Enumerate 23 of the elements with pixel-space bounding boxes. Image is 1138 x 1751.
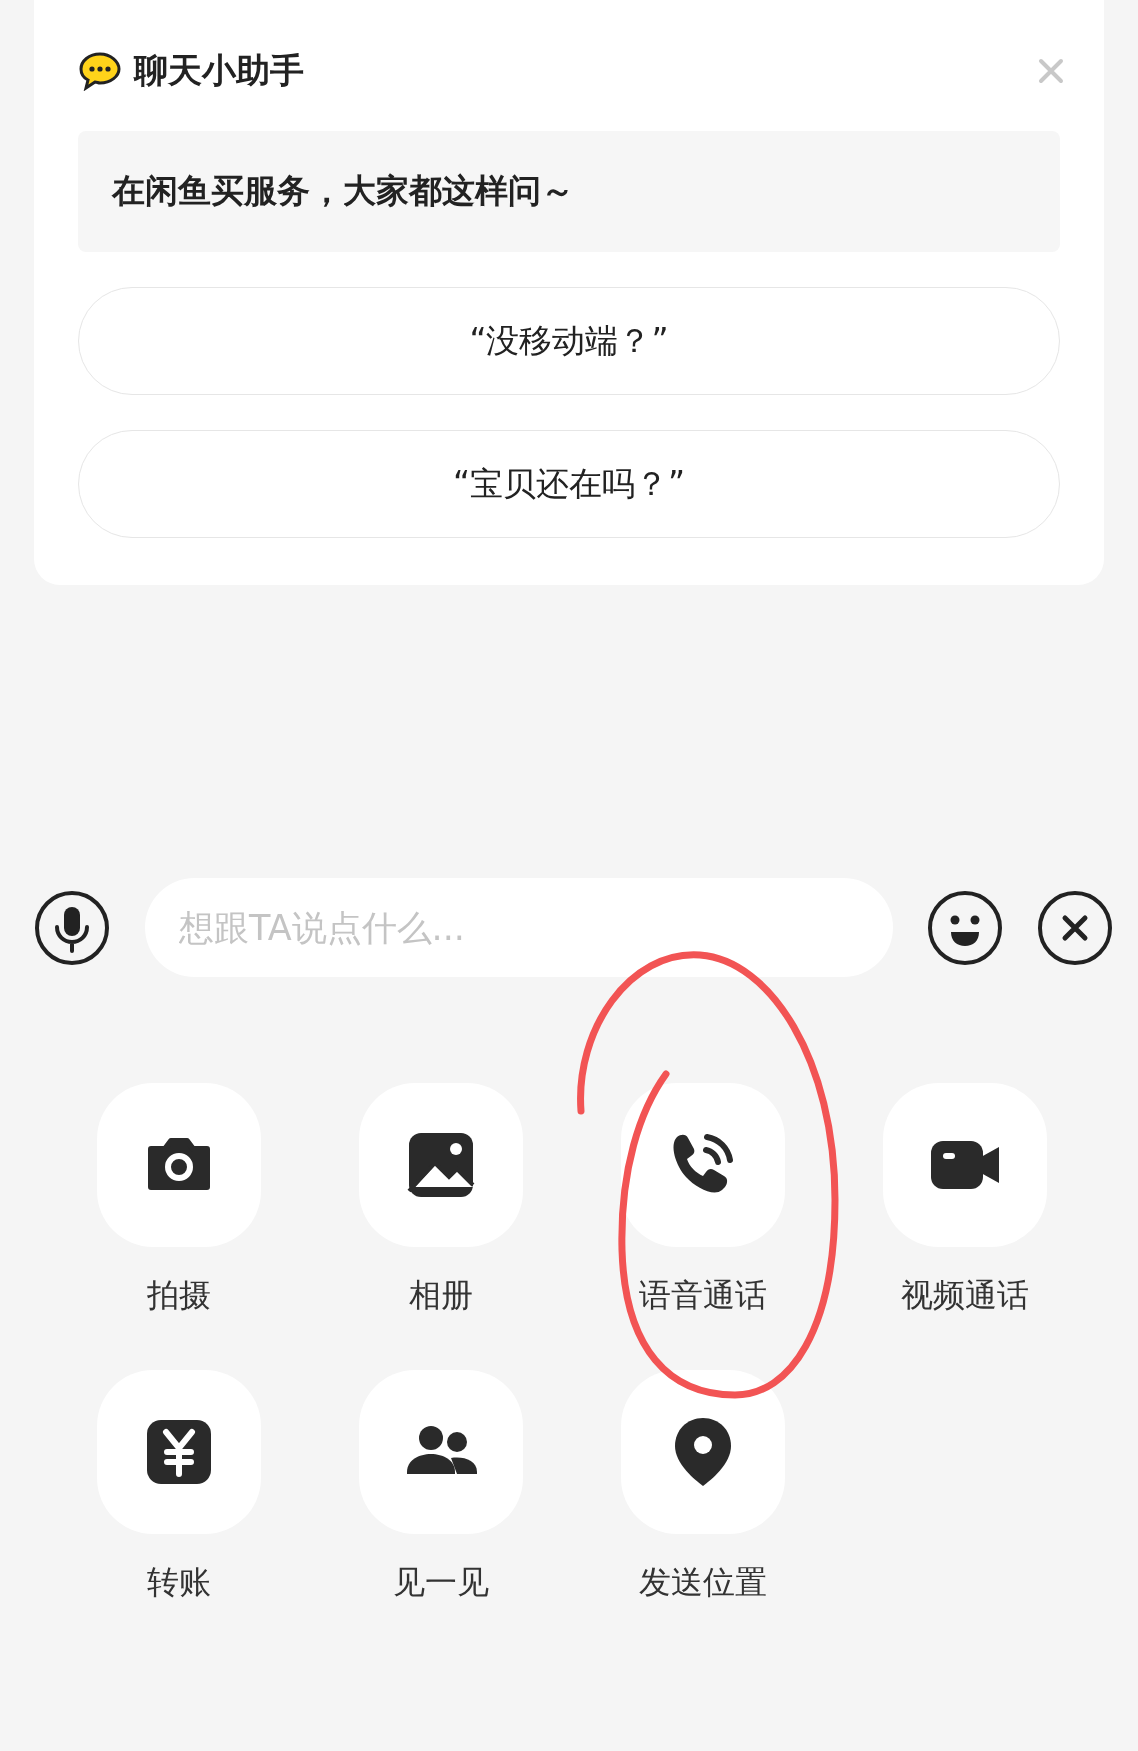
action-button[interactable]: [97, 1083, 261, 1247]
action-label: 相册: [409, 1275, 473, 1315]
action-button[interactable]: [359, 1370, 523, 1534]
message-input[interactable]: 想跟TA说点什么...: [145, 878, 893, 977]
action-label: 发送位置: [639, 1562, 767, 1602]
action-label: 视频通话: [901, 1275, 1029, 1315]
action-button[interactable]: [883, 1083, 1047, 1247]
action-button[interactable]: [359, 1083, 523, 1247]
close-icon[interactable]: [1037, 889, 1113, 966]
action-label: 见一见: [393, 1562, 489, 1602]
action-button[interactable]: [97, 1370, 261, 1534]
smiley-icon[interactable]: [927, 889, 1003, 966]
action-label: 转账: [147, 1562, 211, 1602]
suggestion-button[interactable]: “宝贝还在吗？”: [78, 430, 1060, 538]
action-button[interactable]: [621, 1083, 785, 1247]
prompt-text: 在闲鱼买服务，大家都这样问～: [78, 131, 1060, 252]
microphone-icon[interactable]: [34, 889, 110, 966]
action-button[interactable]: [621, 1370, 785, 1534]
action-label: 拍摄: [147, 1275, 211, 1315]
suggestion-button[interactable]: “没移动端？”: [78, 287, 1060, 395]
action-label: 语音通话: [639, 1275, 767, 1315]
assistant-title: 聊天小助手: [134, 49, 304, 92]
chat-bubble-icon: [78, 51, 122, 91]
